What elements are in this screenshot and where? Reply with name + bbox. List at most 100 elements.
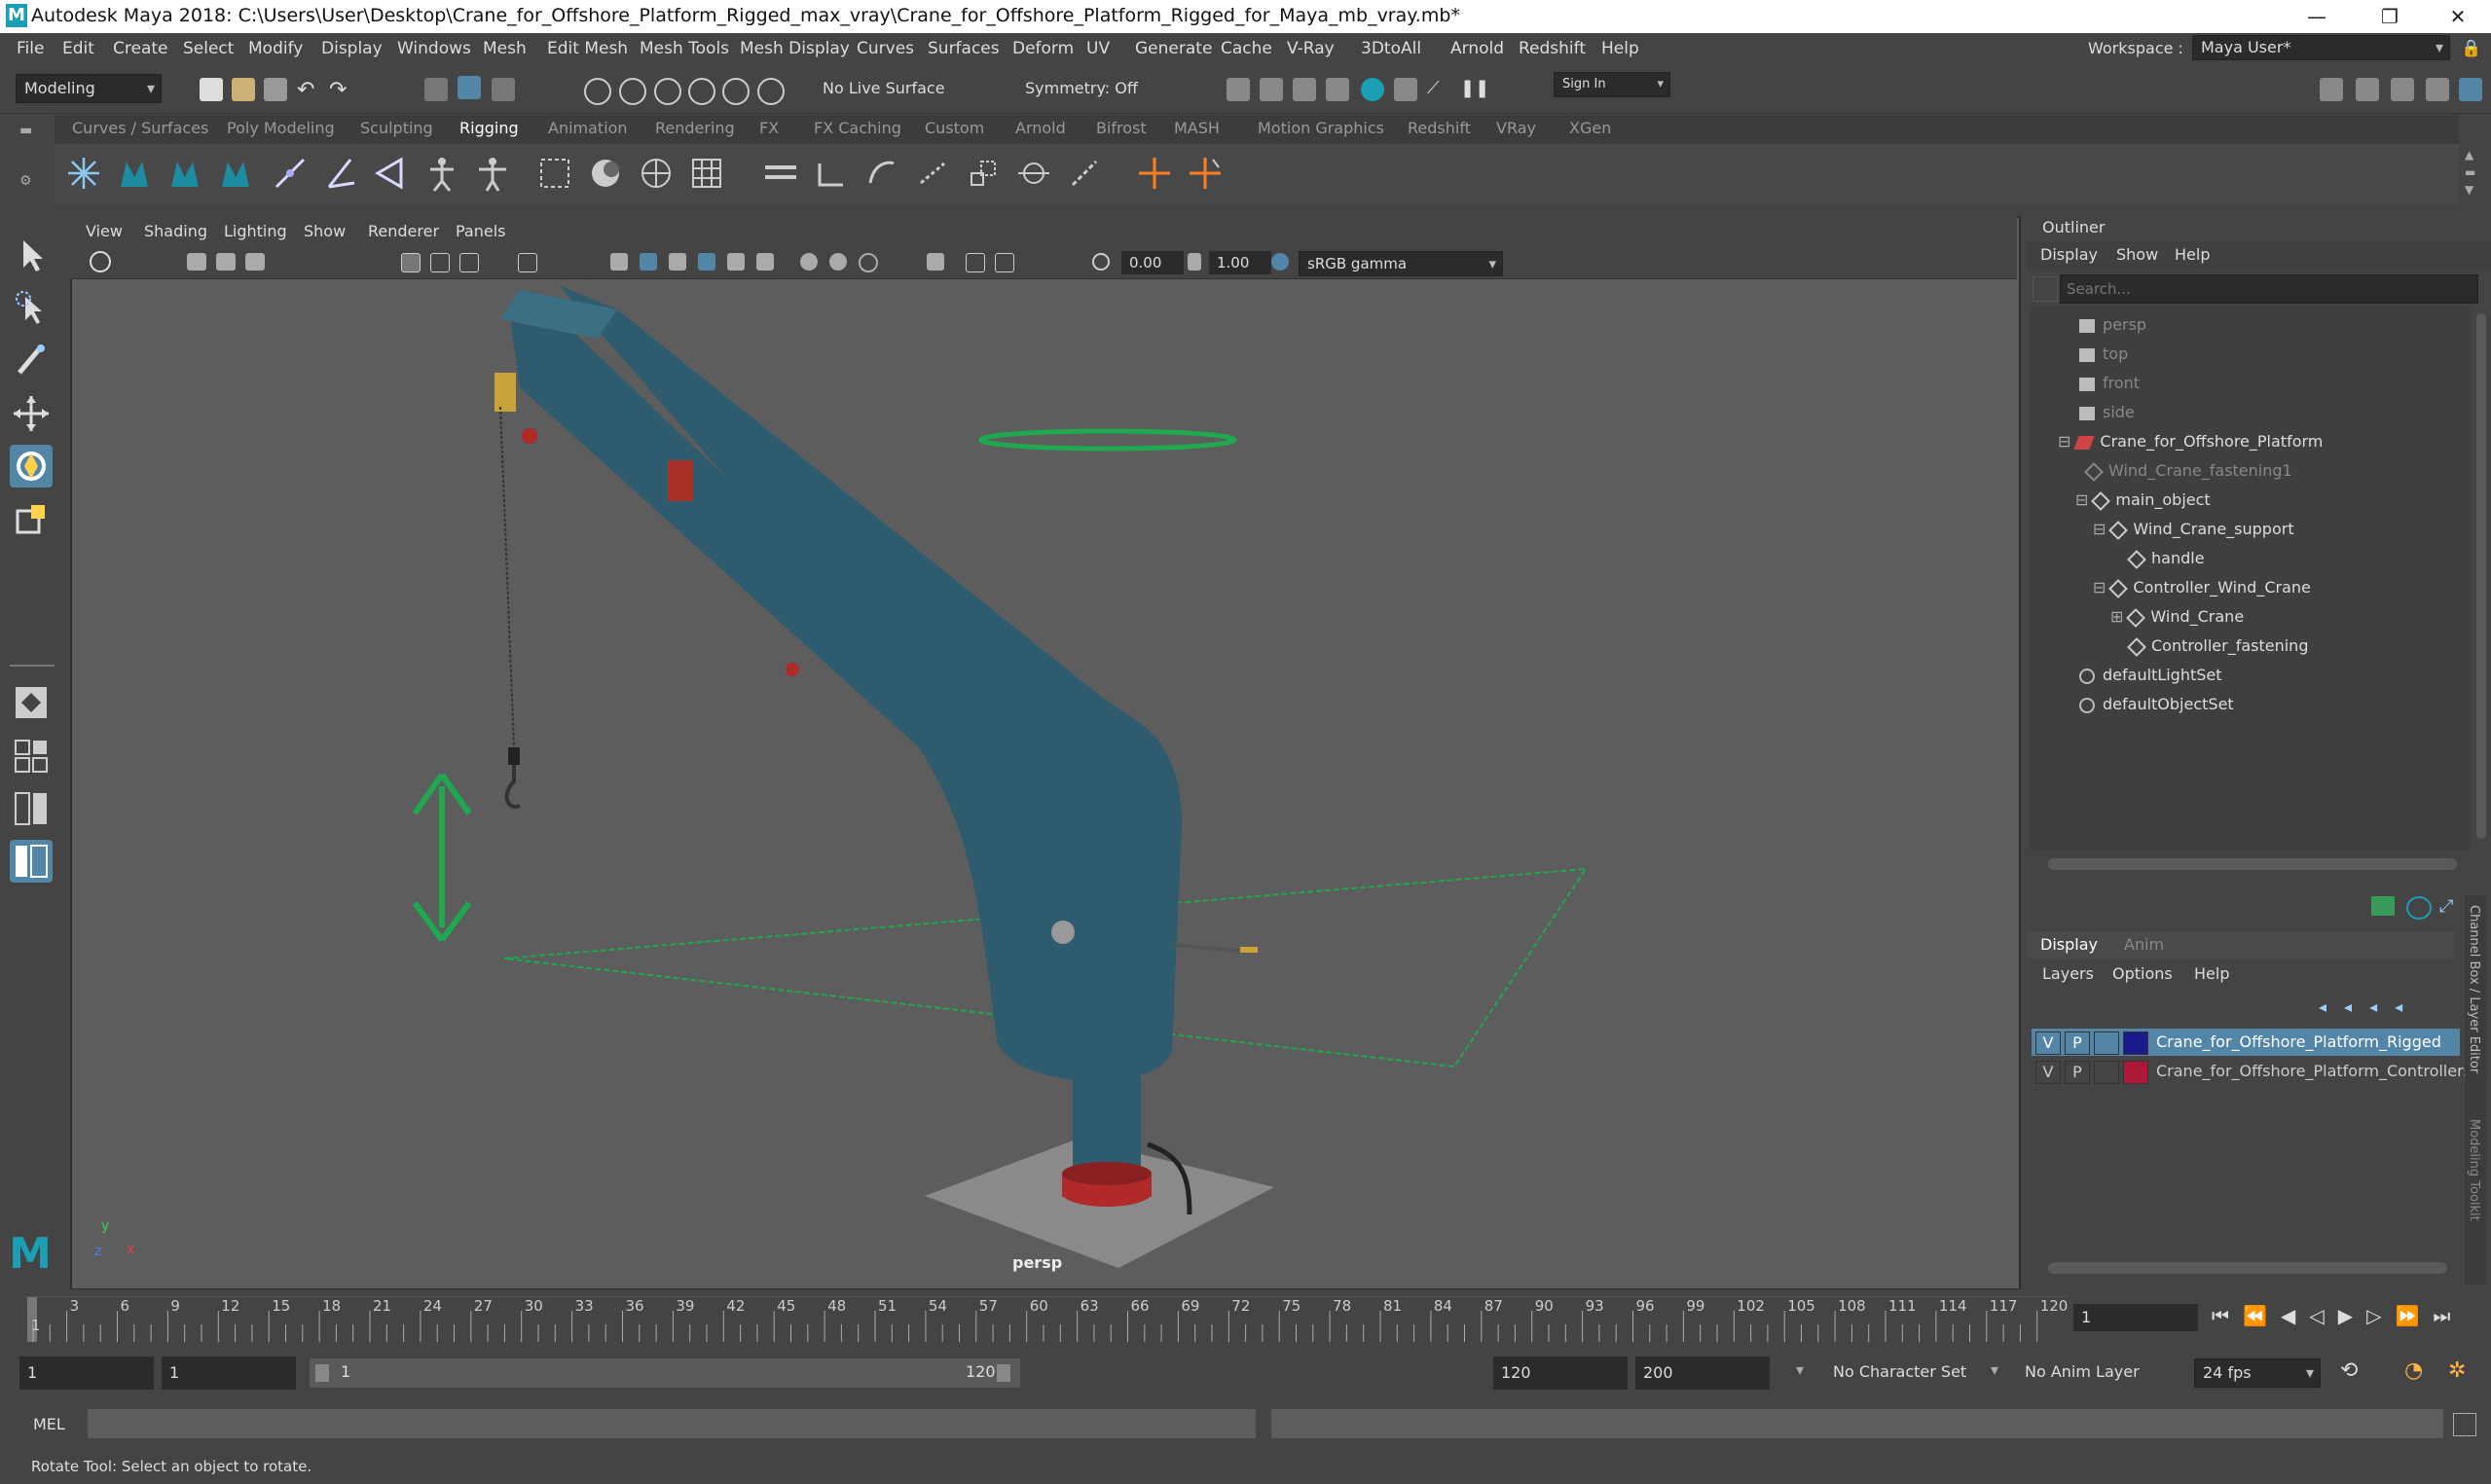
shelf-menu-icon[interactable]: ▬	[19, 123, 32, 138]
outliner-item-wind-crane-support[interactable]: ⊟ Wind_Crane_support	[2093, 520, 2294, 540]
menu-create[interactable]: Create	[113, 39, 168, 58]
mode-dropdown[interactable]: Modeling	[16, 74, 162, 103]
tool-settings-icon[interactable]: ⤢	[2439, 896, 2453, 917]
menu-deform[interactable]: Deform	[1012, 39, 1074, 58]
menu-file[interactable]: File	[17, 39, 44, 58]
collapse-icon[interactable]: ⊟	[2058, 432, 2070, 451]
exposure-field[interactable]: 0.00	[1121, 251, 1184, 274]
attribute-editor-icon[interactable]	[2391, 78, 2414, 101]
maya-home-logo-icon[interactable]: M	[4, 1231, 56, 1278]
outliner-item-wind-crane-fastening1[interactable]: Wind_Crane_fastening1	[2084, 461, 2292, 482]
shelf-tab-vray[interactable]: VRay	[1496, 119, 1536, 137]
ipr-render-icon[interactable]	[1293, 78, 1316, 101]
snap-curve-icon[interactable]	[619, 78, 646, 105]
shelf-tab-poly-modeling[interactable]: Poly Modeling	[227, 119, 335, 137]
outliner-menu-help[interactable]: Help	[2175, 245, 2210, 264]
channel-box-side-tab[interactable]: Channel Box / Layer Editor	[2467, 905, 2481, 1073]
layer-visibility-toggle[interactable]: V	[2035, 1061, 2061, 1084]
textured-icon[interactable]	[698, 253, 715, 271]
outliner-menu-display[interactable]: Display	[2040, 245, 2098, 264]
shelf-tab-rigging[interactable]: Rigging	[459, 119, 519, 137]
scene-end-field[interactable]: 200	[1635, 1357, 1770, 1390]
layer-horizontal-scrollbar[interactable]	[2048, 1262, 2447, 1274]
menu-arnold[interactable]: Arnold	[1450, 39, 1504, 58]
menu-windows[interactable]: Windows	[397, 39, 471, 58]
select-object-icon[interactable]	[458, 76, 481, 99]
outliner-item-default-light-set[interactable]: defaultLightSet	[2079, 666, 2222, 684]
shelf-tab-fx[interactable]: FX	[759, 119, 779, 137]
wireframe-on-shaded-icon[interactable]	[669, 253, 686, 271]
render-frame-icon[interactable]	[1260, 78, 1283, 101]
bookmarks-icon[interactable]	[216, 253, 236, 271]
shelf-tab-rendering[interactable]: Rendering	[655, 119, 735, 137]
snap-surface-icon[interactable]	[722, 78, 750, 105]
layer-tab-anim[interactable]: Anim	[2124, 935, 2164, 954]
range-slider[interactable]: 1 120	[310, 1358, 1020, 1388]
hook-cable[interactable]	[499, 406, 521, 809]
locator-constraint-icon[interactable]	[1186, 154, 1225, 193]
outliner-item-persp[interactable]: persp	[2079, 315, 2146, 334]
step-back-key-icon[interactable]: ⏪	[2243, 1304, 2281, 1327]
isolate-select-icon[interactable]	[927, 253, 944, 271]
animation-preferences-icon[interactable]: ✲	[2448, 1358, 2466, 1383]
command-input[interactable]	[88, 1409, 1256, 1438]
pause-icon[interactable]: ❚❚	[1460, 78, 1489, 101]
menu-curves[interactable]: Curves	[857, 39, 914, 58]
layer-color-swatch[interactable]	[2123, 1032, 2148, 1055]
layer-menu-options[interactable]: Options	[2112, 964, 2173, 983]
expand-icon[interactable]: ⊞	[2110, 607, 2123, 626]
layer-name[interactable]: Crane_for_Offshore_Platform_Controllers	[2156, 1058, 2472, 1085]
character-set-icon[interactable]: ▾	[1796, 1360, 1804, 1379]
shelf-scroll-icon[interactable]: ▲ ▬ ▼	[2465, 146, 2475, 199]
shelf-tab-motion-graphics[interactable]: Motion Graphics	[1258, 119, 1384, 137]
vp-menu-panels[interactable]: Panels	[456, 222, 506, 240]
vp-menu-lighting[interactable]: Lighting	[224, 222, 287, 240]
playback-start-field[interactable]: 1	[162, 1357, 296, 1390]
point-constraint-icon[interactable]	[862, 154, 901, 193]
menu-mesh-tools[interactable]: Mesh Tools	[640, 39, 729, 58]
menu-select[interactable]: Select	[183, 39, 234, 58]
symmetry-field[interactable]: Symmetry: Off	[1025, 79, 1138, 97]
channel-box-icon[interactable]	[2459, 78, 2482, 101]
shelf-settings-icon[interactable]: ⚙	[19, 173, 32, 189]
range-start-handle[interactable]	[315, 1364, 329, 1382]
menu-vray[interactable]: V-Ray	[1287, 39, 1335, 58]
layer-display-type[interactable]	[2094, 1032, 2119, 1055]
select-hierarchy-icon[interactable]	[424, 78, 448, 101]
script-editor-icon[interactable]	[2453, 1413, 2476, 1436]
menu-modify[interactable]: Modify	[248, 39, 303, 58]
layer-row-controllers[interactable]: V P Crane_for_Offshore_Platform_Controll…	[2032, 1058, 2472, 1085]
hook-height-controller-arrow[interactable]	[412, 773, 472, 942]
outliner-item-top[interactable]: top	[2079, 344, 2128, 363]
live-surface-field[interactable]: No Live Surface	[823, 79, 945, 97]
shelf-tab-sculpting[interactable]: Sculpting	[360, 119, 433, 137]
lasso-tool-icon[interactable]	[10, 287, 53, 330]
color-management-icon[interactable]	[1271, 253, 1289, 271]
channel-box-icon[interactable]	[2371, 896, 2395, 916]
current-frame-field[interactable]: 1	[2073, 1304, 2198, 1331]
menu-mesh-display[interactable]: Mesh Display	[740, 39, 850, 58]
go-to-end-icon[interactable]: ⏭	[2433, 1304, 2464, 1327]
safe-action-icon[interactable]	[518, 253, 537, 272]
four-view-layout-icon[interactable]	[10, 735, 53, 778]
resolution-gate-icon[interactable]	[459, 253, 479, 272]
vp-menu-view[interactable]: View	[86, 222, 123, 240]
human-ik-icon[interactable]	[165, 154, 204, 193]
outliner-item-wind-crane[interactable]: ⊞ Wind_Crane	[2110, 607, 2244, 628]
layer-visibility-toggle[interactable]: V	[2035, 1032, 2061, 1055]
exposure-icon[interactable]	[1092, 253, 1110, 271]
outliner-item-controller-wind-crane[interactable]: ⊟ Controller_Wind_Crane	[2093, 578, 2311, 598]
use-all-lights-icon[interactable]	[727, 253, 745, 271]
film-gate-icon[interactable]	[430, 253, 450, 272]
layer-menu-help[interactable]: Help	[2194, 964, 2229, 983]
render-view-icon[interactable]	[1326, 78, 1349, 101]
shadows-icon[interactable]	[756, 253, 774, 271]
menu-edit-mesh[interactable]: Edit Mesh	[547, 39, 628, 58]
lock-icon[interactable]: 🔒	[2461, 39, 2481, 58]
joint-tool-icon[interactable]	[64, 154, 103, 193]
layer-display-type[interactable]	[2094, 1061, 2119, 1084]
maximize-button[interactable]: ❐	[2365, 0, 2414, 33]
pose-icon[interactable]	[473, 154, 512, 193]
xray-icon[interactable]	[966, 253, 985, 272]
outliner-layout-icon[interactable]	[10, 840, 53, 883]
